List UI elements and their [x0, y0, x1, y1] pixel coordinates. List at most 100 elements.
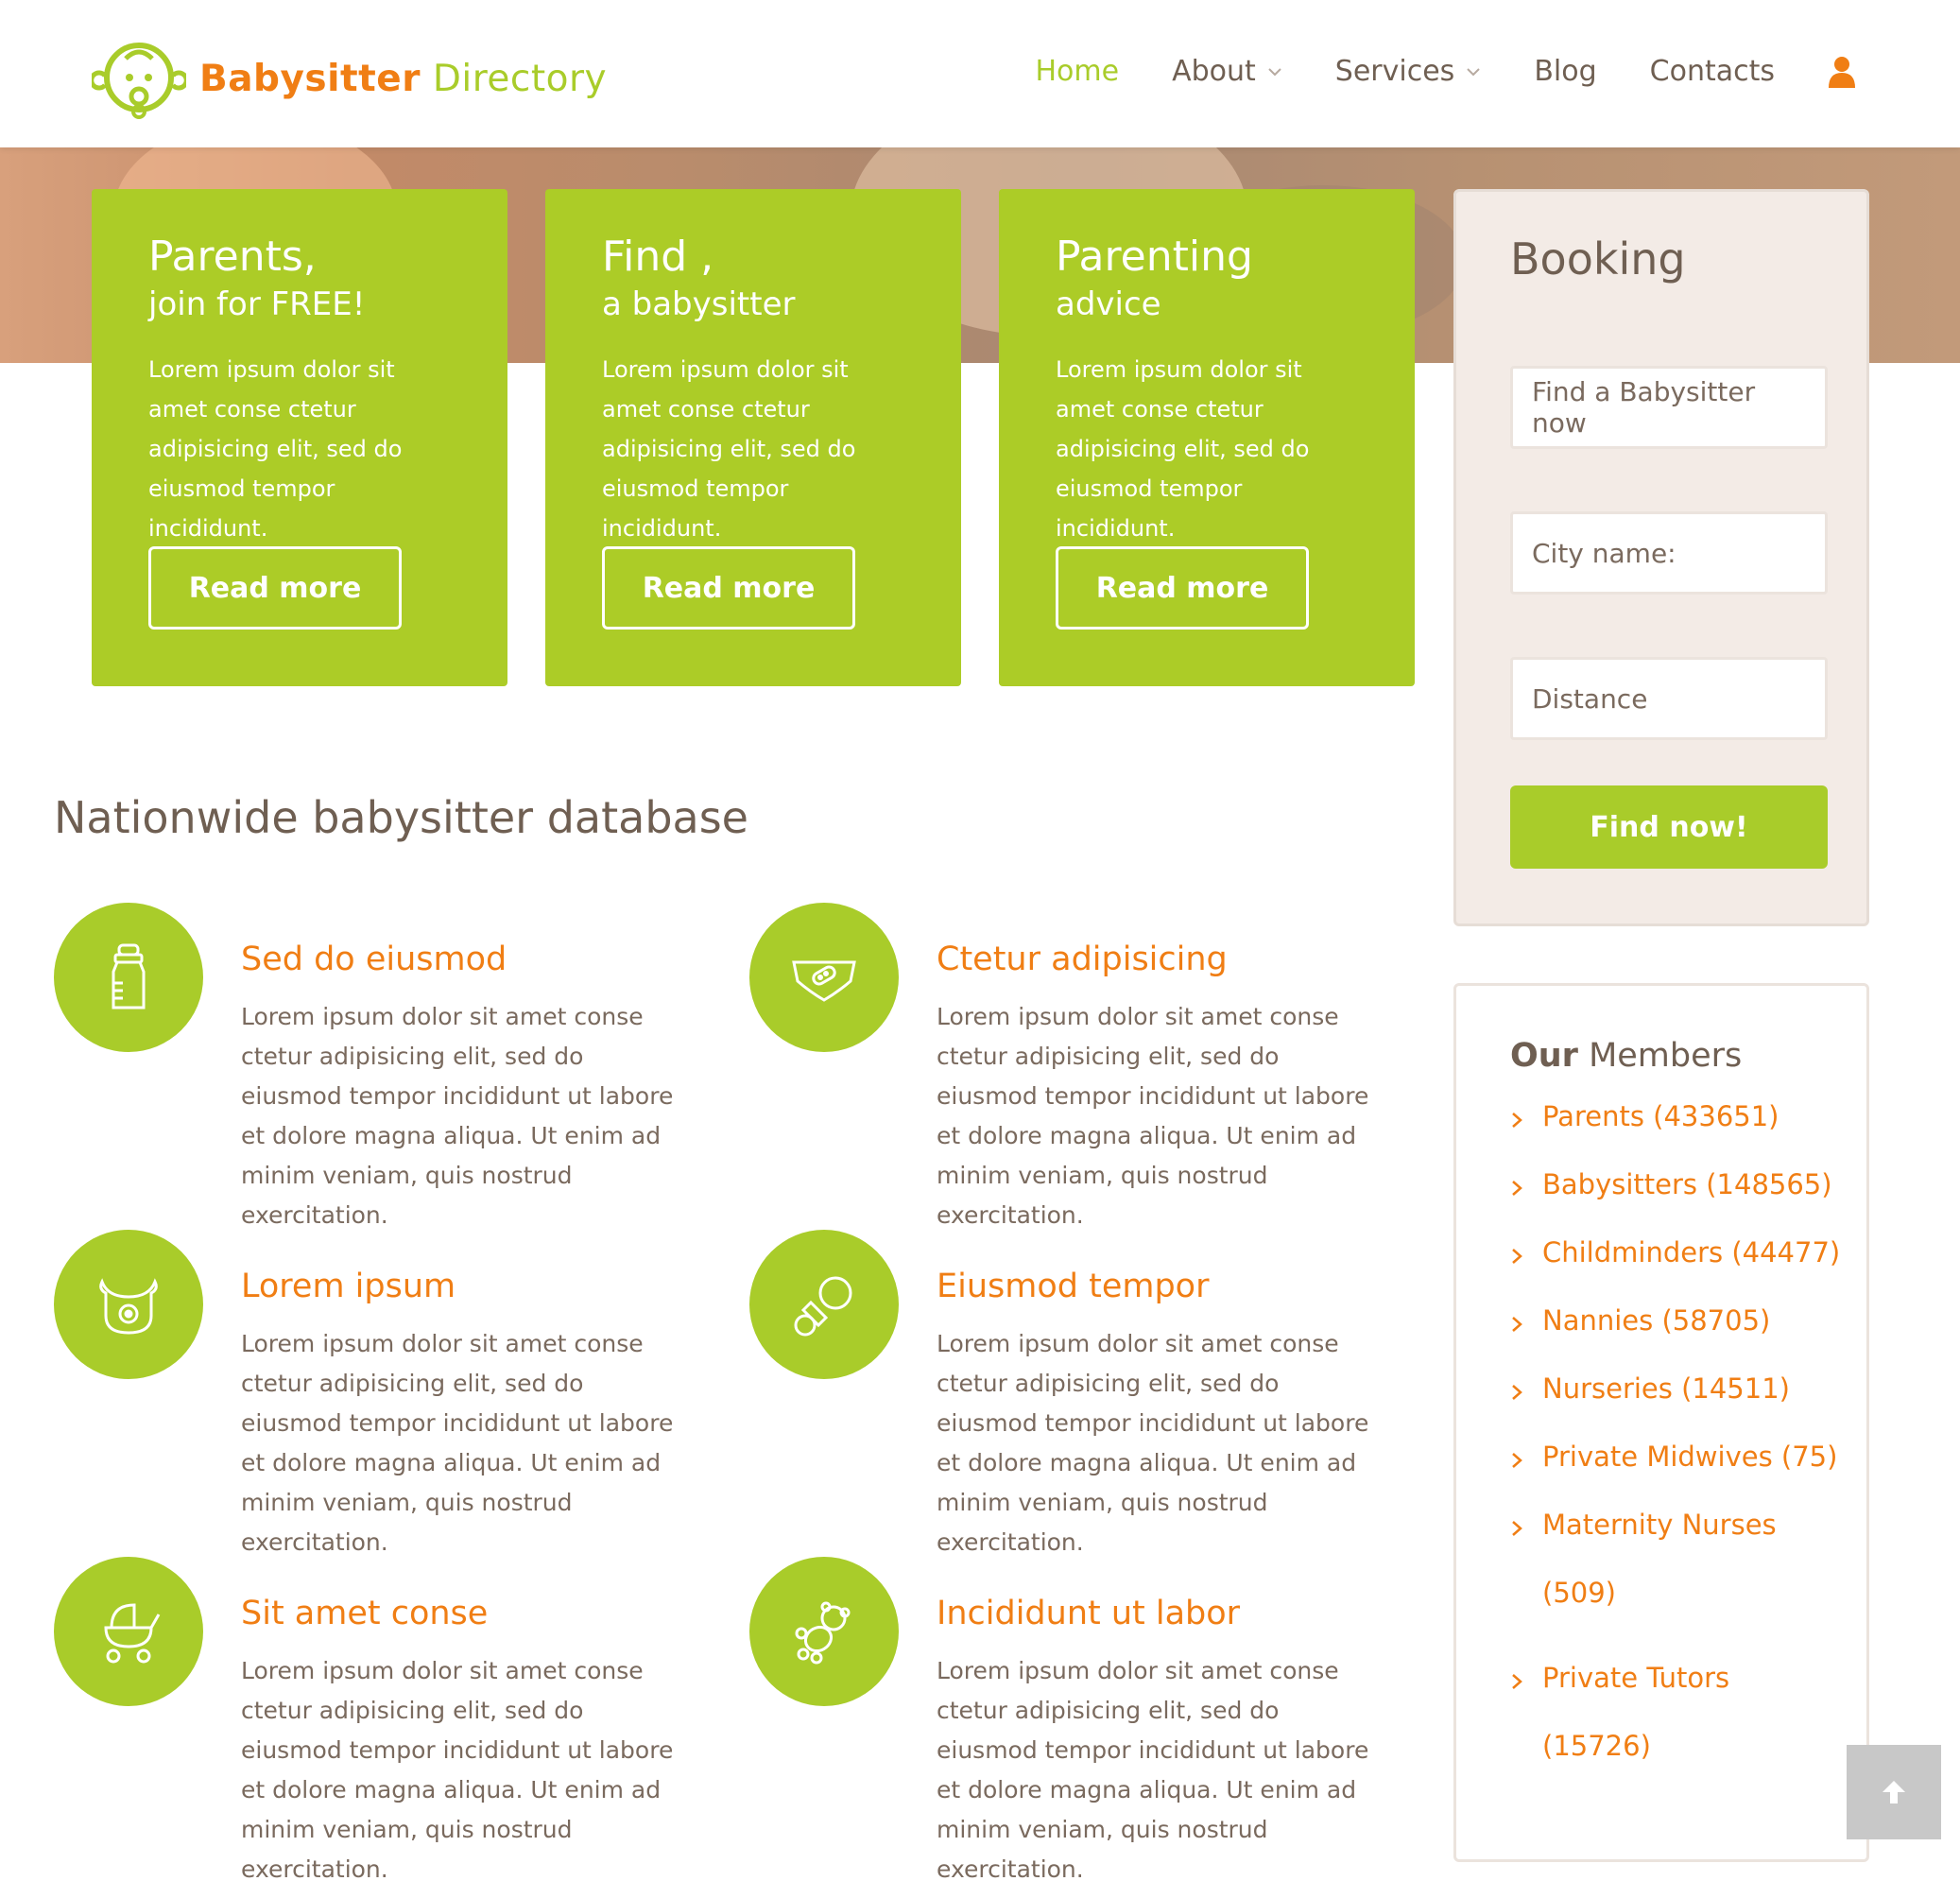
card-title: Parents,: [148, 233, 317, 281]
logo-text-bold: Babysitter: [199, 57, 421, 100]
nav-home-label: Home: [1035, 55, 1120, 88]
feature-item: Sed do eiusmod Lorem ipsum dolor sit ame…: [54, 903, 673, 1229]
members-link-nurseries[interactable]: Nurseries (14511): [1510, 1372, 1860, 1406]
back-to-top-button[interactable]: [1847, 1745, 1941, 1839]
chevron-right-icon: [1512, 1113, 1522, 1128]
city-name-input[interactable]: City name:: [1510, 511, 1828, 595]
feature-icon-circle: [54, 1230, 203, 1379]
chevron-down-icon: [1467, 67, 1481, 76]
nav-services[interactable]: Services: [1335, 55, 1482, 88]
card-title: Parenting: [1056, 233, 1253, 281]
chevron-right-icon: [1512, 1317, 1522, 1332]
feature-item: Ctetur adipisicing Lorem ipsum dolor sit…: [749, 903, 1368, 1229]
card-text: Lorem ipsum dolor sit amet conse ctetur …: [1056, 356, 1310, 543]
card-title: Find ,: [602, 233, 714, 281]
members-link-childminders[interactable]: Childminders (44477): [1510, 1235, 1860, 1269]
feature-text: Lorem ipsum dolor sit amet conse ctetur …: [937, 1657, 1369, 1881]
feature-title: Eiusmod tempor: [937, 1268, 1210, 1305]
feature-item: Eiusmod tempor Lorem ipsum dolor sit ame…: [749, 1230, 1368, 1556]
read-more-button[interactable]: Read more: [602, 546, 855, 630]
nav-about[interactable]: About: [1172, 55, 1282, 88]
members-link-nannies[interactable]: Nannies (58705): [1510, 1303, 1860, 1337]
members-link-label: Nurseries (14511): [1542, 1372, 1790, 1405]
card-subtitle: join for FREE!: [148, 285, 366, 324]
booking-title: Booking: [1510, 233, 1686, 285]
diaper-icon: [792, 960, 856, 1002]
bib-icon: [99, 1278, 158, 1335]
site-header: Babysitter Directory Home About Services…: [0, 0, 1960, 147]
feature-icon-circle: [749, 1230, 899, 1379]
chevron-right-icon: [1512, 1521, 1522, 1536]
feature-icon-circle: [749, 1557, 899, 1706]
feature-title: Sed do eiusmod: [241, 940, 507, 978]
read-more-button[interactable]: Read more: [148, 546, 402, 630]
card-text: Lorem ipsum dolor sit amet conse ctetur …: [602, 356, 856, 543]
chevron-right-icon: [1512, 1674, 1522, 1689]
feature-text: Lorem ipsum dolor sit amet conse ctetur …: [241, 1657, 674, 1881]
arrow-up-icon: [1883, 1781, 1905, 1803]
members-link-label: Private Midwives (75): [1542, 1441, 1838, 1473]
nav-home[interactable]: Home: [1036, 55, 1120, 88]
baby-bottle-icon: [112, 943, 146, 1010]
logo-text: Babysitter Directory: [199, 58, 607, 100]
members-link-label: Nannies (58705): [1542, 1304, 1771, 1337]
stroller-icon: [104, 1603, 161, 1664]
feature-text: Lorem ipsum dolor sit amet conse ctetur …: [241, 1330, 674, 1556]
card-find: Find , a babysitter Lorem ipsum dolor si…: [545, 189, 961, 686]
pacifier-icon: [794, 1276, 852, 1337]
card-parenting: Parenting advice Lorem ipsum dolor sit a…: [999, 189, 1415, 686]
booking-panel: Booking Find a Babysitter now City name:…: [1453, 189, 1869, 926]
find-babysitter-input[interactable]: Find a Babysitter now: [1510, 366, 1828, 449]
members-link-parents[interactable]: Parents (433651): [1510, 1099, 1860, 1133]
section-title: Nationwide babysitter database: [54, 792, 748, 843]
nav-about-label: About: [1172, 55, 1256, 88]
chevron-right-icon: [1512, 1249, 1522, 1264]
card-subtitle: a babysitter: [602, 285, 796, 324]
nav-services-label: Services: [1334, 55, 1455, 88]
members-link-label: Parents (433651): [1542, 1100, 1779, 1132]
main-nav: Home About Services Blog Contacts: [983, 55, 1857, 88]
feature-title: Sit amet conse: [241, 1595, 489, 1632]
feature-text: Lorem ipsum dolor sit amet conse ctetur …: [937, 1330, 1369, 1556]
members-link-label: Maternity Nurses (509): [1542, 1509, 1777, 1609]
members-title-bold: Our: [1510, 1037, 1578, 1075]
members-link-label: Private Tutors (15726): [1542, 1662, 1730, 1762]
distance-input[interactable]: Distance: [1510, 657, 1828, 740]
nav-contacts-label: Contacts: [1649, 55, 1775, 88]
logo[interactable]: Babysitter Directory: [92, 38, 607, 119]
members-list: Parents (433651) Babysitters (148565) Ch…: [1510, 1099, 1860, 1814]
members-link-private-tutors[interactable]: Private Tutors (15726): [1510, 1661, 1746, 1780]
feature-title: Lorem ipsum: [241, 1268, 456, 1305]
feature-icon-circle: [749, 903, 899, 1052]
chevron-down-icon: [1268, 67, 1281, 76]
members-link-label: Babysitters (148565): [1542, 1168, 1832, 1200]
members-title: Our Members: [1510, 1037, 1742, 1075]
card-text: Lorem ipsum dolor sit amet conse ctetur …: [148, 356, 403, 543]
feature-item: Lorem ipsum Lorem ipsum dolor sit amet c…: [54, 1230, 673, 1556]
chevron-right-icon: [1512, 1181, 1522, 1196]
card-parents: Parents, join for FREE! Lorem ipsum dolo…: [92, 189, 507, 686]
members-link-label: Childminders (44477): [1542, 1236, 1841, 1268]
feature-text: Lorem ipsum dolor sit amet conse ctetur …: [241, 1003, 674, 1229]
chevron-right-icon: [1512, 1453, 1522, 1468]
logo-text-light: Directory: [420, 57, 608, 100]
members-link-maternity-nurses[interactable]: Maternity Nurses (509): [1510, 1508, 1794, 1627]
user-icon[interactable]: [1828, 56, 1856, 88]
chevron-right-icon: [1512, 1385, 1522, 1400]
nav-contacts[interactable]: Contacts: [1650, 55, 1775, 88]
find-now-button[interactable]: Find now!: [1510, 785, 1828, 869]
members-link-private-midwives[interactable]: Private Midwives (75): [1510, 1440, 1860, 1474]
feature-title: Ctetur adipisicing: [937, 940, 1228, 978]
feature-text: Lorem ipsum dolor sit amet conse ctetur …: [937, 1003, 1369, 1229]
read-more-button[interactable]: Read more: [1056, 546, 1309, 630]
feature-icon-circle: [54, 1557, 203, 1706]
members-link-babysitters[interactable]: Babysitters (148565): [1510, 1167, 1860, 1201]
feature-icon-circle: [54, 903, 203, 1052]
card-subtitle: advice: [1056, 285, 1161, 324]
nav-blog-label: Blog: [1534, 55, 1597, 88]
baby-face-logo-icon: [92, 43, 186, 119]
teddy-bear-icon: [795, 1601, 851, 1665]
members-panel: Our Members Parents (433651) Babysitters…: [1453, 983, 1869, 1862]
feature-item: Sit amet conse Lorem ipsum dolor sit ame…: [54, 1557, 673, 1881]
nav-blog[interactable]: Blog: [1534, 55, 1596, 88]
